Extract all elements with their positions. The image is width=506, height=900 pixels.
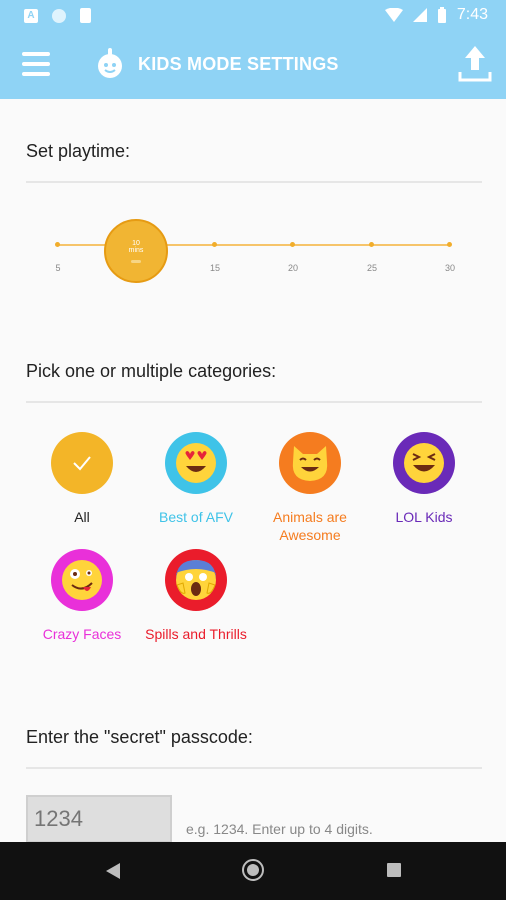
app-bar: KIDS MODE SETTINGS: [0, 32, 506, 99]
menu-button[interactable]: [22, 52, 50, 76]
category-animals-are-awesome[interactable]: Animals are Awesome: [250, 432, 370, 544]
passcode-hint: e.g. 1234. Enter up to 4 digits.: [186, 821, 373, 837]
selected-value: 10: [132, 239, 140, 247]
tick-dot: [290, 242, 295, 247]
category-label-line: Animals are: [273, 509, 347, 525]
category-circle: [393, 432, 455, 494]
home-button[interactable]: [241, 858, 265, 882]
signal-icon: [412, 8, 427, 22]
hamburger-icon: [22, 52, 50, 56]
category-best-of-afv[interactable]: Best of AFV: [136, 432, 256, 526]
playtime-slider-thumb[interactable]: 10 mins: [104, 219, 168, 283]
upload-button[interactable]: [458, 44, 492, 84]
page-title: KIDS MODE SETTINGS: [138, 54, 339, 74]
passcode-heading: Enter the "secret" passcode:: [26, 727, 253, 747]
category-label: LOL Kids: [395, 509, 453, 525]
divider: [26, 181, 482, 183]
tick-dot: [212, 242, 217, 247]
tick-dot: [55, 242, 60, 247]
system-nav-bar: [0, 842, 506, 900]
category-circle: [51, 549, 113, 611]
check-icon: [73, 456, 91, 471]
notification-circle-icon: [52, 8, 66, 23]
category-label: Animals are Awesome: [250, 508, 370, 544]
passcode-field-wrapper: [26, 795, 172, 842]
passcode-input[interactable]: [28, 797, 170, 841]
status-icons-left: A: [24, 8, 91, 23]
category-label-line: Awesome: [279, 527, 341, 543]
category-circle: [165, 432, 227, 494]
scream-emoji-icon: [176, 560, 216, 600]
settings-content[interactable]: Set playtime: 5 15 20 25 30 10 mins Pick…: [0, 99, 506, 842]
sd-card-icon: [80, 8, 91, 23]
tick-label: 20: [287, 263, 298, 273]
category-label: All: [74, 509, 90, 525]
back-button[interactable]: [104, 861, 122, 881]
divider: [26, 767, 482, 769]
status-time: 7:43: [456, 6, 488, 23]
heart-eyes-emoji-icon: [176, 443, 216, 483]
tick-dot: [369, 242, 374, 247]
category-all[interactable]: All: [22, 432, 142, 526]
playtime-heading: Set playtime:: [26, 141, 131, 161]
selected-unit: mins: [128, 246, 144, 254]
crazy-face-emoji-icon: [62, 560, 102, 600]
categories-heading: Pick one or multiple categories:: [26, 361, 277, 381]
tick-dot: [447, 242, 452, 247]
wifi-icon: [384, 8, 403, 22]
divider: [26, 401, 482, 403]
status-icons-right: 7:43: [384, 6, 488, 24]
tick-label: 5: [55, 263, 61, 273]
category-crazy-faces[interactable]: Crazy Faces: [22, 549, 142, 643]
kid-face-icon: [98, 48, 122, 78]
tick-label: 30: [444, 263, 455, 273]
tick-label: 25: [366, 263, 377, 273]
recents-button[interactable]: [385, 861, 403, 879]
category-circle: [51, 432, 113, 494]
category-circle: [279, 432, 341, 494]
tick-label: 15: [209, 263, 220, 273]
category-circle: [165, 549, 227, 611]
thumb-grip: [131, 259, 141, 263]
category-spills-and-thrills[interactable]: Spills and Thrills: [136, 549, 256, 643]
category-lol-kids[interactable]: LOL Kids: [364, 432, 484, 526]
category-label: Spills and Thrills: [145, 626, 247, 642]
cat-emoji-icon: [292, 446, 328, 481]
app-store-icon: A: [24, 8, 38, 23]
status-bar: A 7:43: [0, 0, 506, 32]
battery-icon: [437, 7, 446, 23]
category-label: Best of AFV: [159, 509, 233, 525]
laughing-emoji-icon: [404, 443, 444, 483]
category-label: Crazy Faces: [42, 626, 122, 642]
